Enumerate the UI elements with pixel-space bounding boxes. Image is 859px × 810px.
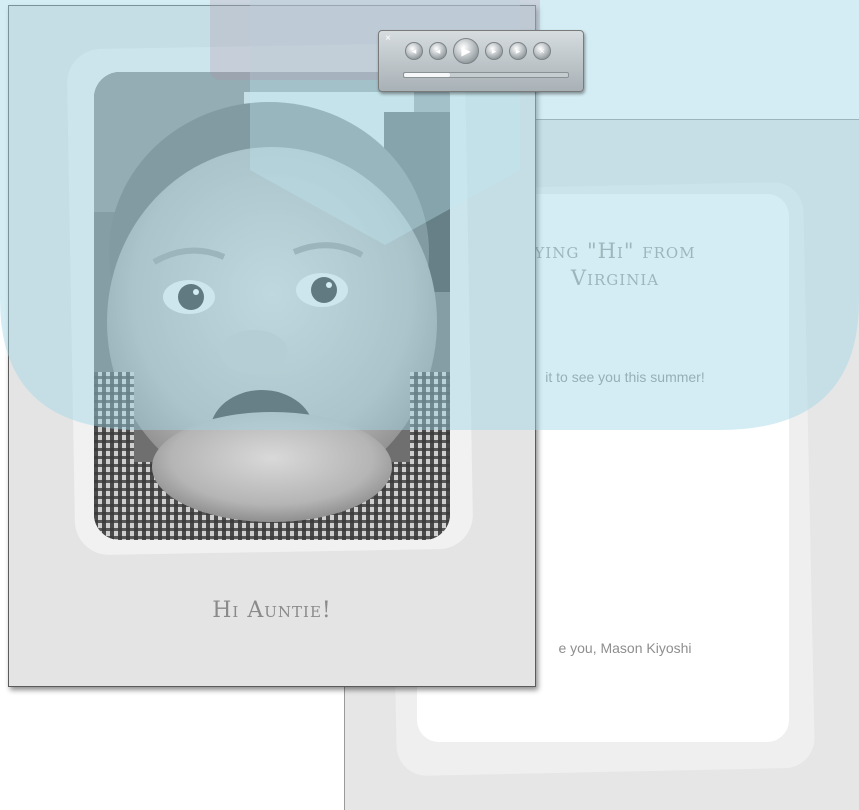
baby-photo-image (94, 72, 450, 540)
previous-icon: ◂ (435, 46, 441, 56)
playback-progress-bar[interactable] (403, 72, 569, 78)
rewind-button[interactable]: ◂ (405, 42, 423, 60)
next-button[interactable]: ▸ (485, 42, 503, 60)
front-card-page: Hi Auntie! (8, 5, 536, 687)
next-icon: ▸ (491, 46, 497, 56)
play-icon: ▶ (461, 44, 471, 58)
media-control-bar[interactable]: × ◂ ◂ ▶ ▸ ▸ × (378, 30, 584, 92)
stop-button[interactable]: × (533, 42, 551, 60)
media-bar-close-icon[interactable]: × (383, 34, 393, 44)
forward-button[interactable]: ▸ (509, 42, 527, 60)
previous-button[interactable]: ◂ (429, 42, 447, 60)
play-button[interactable]: ▶ (453, 38, 479, 64)
baby-photo (94, 72, 450, 540)
card-caption: Hi Auntie! (212, 598, 332, 623)
forward-icon: ▸ (515, 46, 521, 56)
rewind-icon: ◂ (411, 46, 417, 56)
stop-icon: × (539, 46, 545, 56)
playback-progress-fill (404, 73, 450, 77)
